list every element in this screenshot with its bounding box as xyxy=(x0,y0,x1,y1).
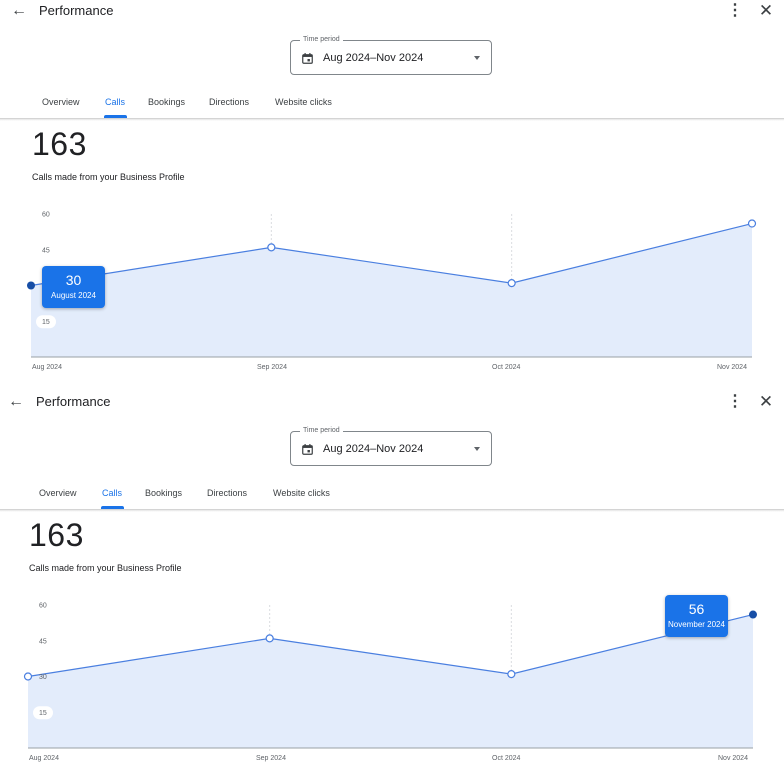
tab-overview[interactable]: Overview xyxy=(39,488,77,498)
x-tick-label: Nov 2024 xyxy=(717,364,747,371)
top-bar: ← Performance ⋮ ✕ xyxy=(0,0,784,24)
tab-calls[interactable]: Calls xyxy=(105,97,125,107)
tab-bar: Overview Calls Bookings Directions Website c… xyxy=(0,90,784,118)
metric-label: Calls made from your Business Profile xyxy=(32,172,185,182)
area-fill xyxy=(28,614,753,748)
tab-bookings[interactable]: Bookings xyxy=(148,97,185,107)
tab-bar: Overview Calls Bookings Directions Website c… xyxy=(0,481,784,509)
chevron-down-icon xyxy=(474,447,480,451)
data-point xyxy=(507,670,516,679)
tab-website-clicks[interactable]: Website clicks xyxy=(275,97,332,107)
y-tick-label: 60 xyxy=(42,212,50,219)
tab-directions[interactable]: Directions xyxy=(207,488,247,498)
y-tick-label: 45 xyxy=(39,638,47,645)
calls-chart: 60 45 30 15 Aug 2024 Sep 2024 Oct 2024 Nov 2024 xyxy=(27,212,757,371)
data-point xyxy=(23,672,33,681)
performance-panel: ← Performance ⋮ ✕ Time period Aug 2024–N… xyxy=(0,0,784,381)
tab-website-clicks[interactable]: Website clicks xyxy=(273,488,330,498)
x-tick-label: Aug 2024 xyxy=(32,364,62,371)
data-point-selected xyxy=(27,281,35,290)
page-title: Performance xyxy=(39,3,114,18)
time-period-label: Time period xyxy=(300,426,343,436)
y-tick-label: 45 xyxy=(42,247,50,254)
more-vert-icon[interactable]: ⋮ xyxy=(727,393,743,411)
arrow-back-icon[interactable]: ← xyxy=(10,2,28,20)
y-tick-label: 30 xyxy=(39,674,47,681)
data-point-selected xyxy=(749,610,757,619)
more-vert-icon[interactable]: ⋮ xyxy=(727,2,743,20)
tooltip-label: November 2024 xyxy=(668,619,725,629)
time-period-value: Aug 2024–Nov 2024 xyxy=(323,443,424,455)
tab-calls[interactable]: Calls xyxy=(102,488,122,498)
x-tick-label: Oct 2024 xyxy=(492,755,521,762)
metric-value: 163 xyxy=(32,126,87,162)
x-tick-label: Aug 2024 xyxy=(29,755,59,762)
y-tick-label: 15 xyxy=(39,710,47,717)
arrow-back-icon[interactable]: ← xyxy=(7,393,25,411)
y-tick-label: 60 xyxy=(39,603,47,610)
divider xyxy=(0,118,784,121)
x-tick-label: Sep 2024 xyxy=(256,755,286,762)
time-period-value: Aug 2024–Nov 2024 xyxy=(323,52,424,64)
time-period-label: Time period xyxy=(300,35,343,45)
tab-directions[interactable]: Directions xyxy=(209,97,249,107)
divider xyxy=(0,509,784,512)
time-period-select[interactable]: Time period Aug 2024–Nov 2024 xyxy=(290,426,492,466)
tooltip-label: August 2024 xyxy=(51,290,96,300)
data-point xyxy=(265,634,274,643)
data-tooltip: 30 August 2024 xyxy=(42,265,105,308)
y-tick-label: 15 xyxy=(42,319,50,326)
area-fill xyxy=(31,223,752,357)
data-point xyxy=(747,219,757,228)
data-tooltip: 56 November 2024 xyxy=(665,594,728,637)
tab-overview[interactable]: Overview xyxy=(42,97,80,107)
data-point xyxy=(507,279,516,288)
chevron-down-icon xyxy=(474,56,480,60)
time-period-select[interactable]: Time period Aug 2024–Nov 2024 xyxy=(290,35,492,75)
page-title: Performance xyxy=(36,394,111,409)
x-tick-label: Oct 2024 xyxy=(492,364,521,371)
metric-value: 163 xyxy=(29,517,84,553)
tooltip-value: 56 xyxy=(688,600,705,617)
metric-label: Calls made from your Business Profile xyxy=(29,563,182,573)
calendar-icon xyxy=(302,444,313,455)
data-point xyxy=(267,243,276,252)
close-icon[interactable]: ✕ xyxy=(757,1,775,21)
tab-bookings[interactable]: Bookings xyxy=(145,488,182,498)
top-bar: ← Performance ⋮ ✕ xyxy=(0,391,784,415)
performance-panel: ← Performance ⋮ ✕ Time period Aug 2024–N… xyxy=(0,391,784,772)
calendar-icon xyxy=(302,53,313,64)
x-tick-label: Nov 2024 xyxy=(718,755,748,762)
tooltip-value: 30 xyxy=(65,271,82,288)
x-tick-label: Sep 2024 xyxy=(257,364,287,371)
close-icon[interactable]: ✕ xyxy=(757,392,775,412)
